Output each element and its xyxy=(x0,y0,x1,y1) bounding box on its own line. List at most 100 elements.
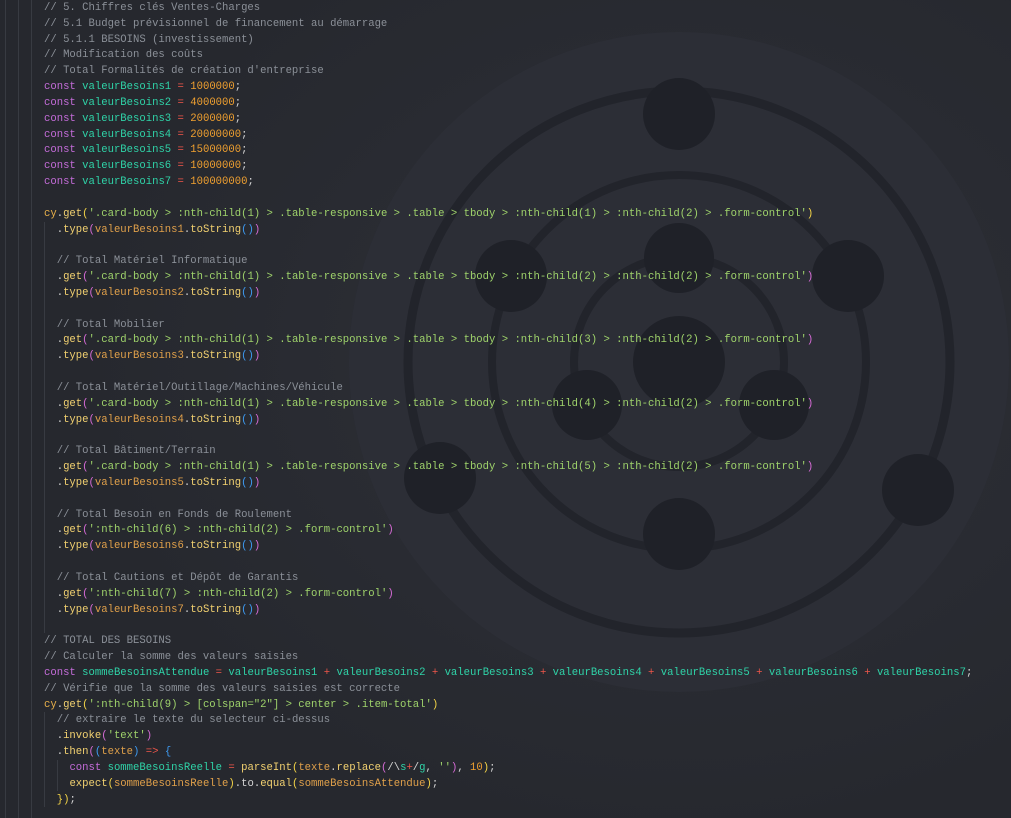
code-line[interactable]: const valeurBesoins2 = 4000000; xyxy=(44,95,241,111)
code-line[interactable]: // Total Besoin en Fonds de Roulement xyxy=(44,507,292,523)
code-line[interactable]: // Total Formalités de création d'entrep… xyxy=(44,63,324,79)
code-line[interactable]: .type(valeurBesoins7.toString()) xyxy=(44,602,260,618)
code-token: ; xyxy=(234,112,242,125)
code-line[interactable]: // Vérifie que la somme des valeurs sais… xyxy=(44,681,400,697)
code-token: to xyxy=(241,777,254,790)
code-token: ) xyxy=(387,524,394,537)
code-token: ':nth-child(9) > [colspan="2"] > center … xyxy=(88,698,432,711)
code-line[interactable]: // 5.1.1 BESOINS (investissement) xyxy=(44,32,254,48)
code-token: get xyxy=(63,271,83,284)
code-line[interactable]: // TOTAL DES BESOINS xyxy=(44,633,171,649)
code-token: // Total Matériel Informatique xyxy=(56,255,248,268)
code-token: type xyxy=(63,540,89,553)
code-token: = xyxy=(177,81,184,94)
code-token: + xyxy=(648,666,655,679)
code-line[interactable]: // Total Matériel Informatique xyxy=(44,253,248,269)
code-token: const xyxy=(44,144,76,157)
code-token: // Total Matériel/Outillage/Machines/Véh… xyxy=(56,381,343,394)
code-line[interactable]: // Calculer la somme des valeurs saisies xyxy=(44,649,298,665)
code-token: + xyxy=(756,666,763,679)
code-line[interactable]: const valeurBesoins1 = 1000000; xyxy=(44,79,241,95)
code-token: 10 xyxy=(470,761,483,774)
code-line[interactable]: cy.get('.card-body > :nth-child(1) > .ta… xyxy=(44,206,813,222)
code-line[interactable]: .get('.card-body > :nth-child(1) > .tabl… xyxy=(44,269,814,285)
code-token: { xyxy=(164,746,172,758)
code-line[interactable]: .type(valeurBesoins2.toString()) xyxy=(44,285,260,301)
code-line[interactable]: const sommeBesoinsAttendue = valeurBesoi… xyxy=(44,665,972,681)
code-line[interactable]: const valeurBesoins6 = 10000000; xyxy=(44,158,247,174)
code-token: valeurBesoins5 xyxy=(94,476,184,489)
code-token: // Total Bâtiment/Terrain xyxy=(56,445,216,458)
code-line[interactable]: .get('.card-body > :nth-child(1) > .tabl… xyxy=(44,332,814,348)
code-line[interactable]: // 5.1 Budget prévisionnel de financemen… xyxy=(44,16,387,32)
code-line[interactable]: const valeurBesoins4 = 20000000; xyxy=(44,127,247,143)
code-line[interactable]: // extraire le texte du selecteur ci-des… xyxy=(44,712,330,728)
code-line[interactable]: .type(valeurBesoins6.toString()) xyxy=(44,538,260,554)
code-token: ; xyxy=(234,81,242,94)
code-token: texte xyxy=(298,761,331,774)
code-token: '' xyxy=(438,761,451,774)
code-line[interactable]: .type(valeurBesoins1.toString()) xyxy=(44,222,260,238)
code-token: // extraire le texte du selecteur ci-des… xyxy=(56,714,331,727)
code-token: 20000000 xyxy=(190,128,242,141)
code-line[interactable]: const sommeBesoinsReelle = parseInt(text… xyxy=(44,760,495,776)
code-token: ) xyxy=(806,271,814,284)
code-token: // Modification des coûts xyxy=(44,49,203,62)
code-line[interactable]: .get(':nth-child(6) > :nth-child(2) > .f… xyxy=(44,522,394,538)
code-token: valeurBesoins1 xyxy=(82,81,172,94)
code-token: ; xyxy=(241,160,248,173)
code-line[interactable]: .invoke('text') xyxy=(44,728,152,744)
code-token: expect xyxy=(69,777,108,790)
code-token: replace xyxy=(336,761,381,774)
code-line[interactable]: .get('.card-body > :nth-child(1) > .tabl… xyxy=(44,396,814,412)
code-token: type xyxy=(63,223,89,236)
code-token: // Total Cautions et Dépôt de Garantis xyxy=(56,571,299,584)
code-line[interactable]: .type(valeurBesoins3.toString()) xyxy=(44,348,260,364)
code-line[interactable]: .get(':nth-child(7) > :nth-child(2) > .f… xyxy=(44,586,394,602)
code-token: toString xyxy=(190,286,242,299)
code-token: = xyxy=(177,144,184,157)
code-line[interactable]: }); xyxy=(44,792,76,808)
code-token: valeurBesoins7 xyxy=(876,666,966,679)
code-token: 2000000 xyxy=(190,112,235,125)
code-token: + xyxy=(323,666,331,679)
code-token: ':nth-child(6) > :nth-child(2) > .form-c… xyxy=(88,524,388,537)
code-token: '.card-body > :nth-child(1) > .table-res… xyxy=(88,334,807,347)
code-token: valeurBesoins5 xyxy=(660,666,750,679)
code-line[interactable]: expect(sommeBesoinsReelle).to.equal(somm… xyxy=(44,776,438,792)
code-editor[interactable]: // 5. Chiffres clés Ventes-Charges // 5.1… xyxy=(0,0,1011,818)
code-token: valeurBesoins2 xyxy=(336,666,426,679)
code-token: valeurBesoins7 xyxy=(82,176,172,189)
code-token: valeurBesoins4 xyxy=(552,666,642,679)
code-token: toString xyxy=(190,413,242,426)
code-token: 100000000 xyxy=(190,176,248,189)
code-line[interactable]: const valeurBesoins5 = 15000000; xyxy=(44,142,247,158)
code-line[interactable]: .type(valeurBesoins5.toString()) xyxy=(44,475,260,491)
code-token: // 5.1 Budget prévisionnel de financemen… xyxy=(44,17,388,30)
code-token: ; xyxy=(431,777,439,790)
code-line[interactable]: // Total Mobilier xyxy=(44,317,165,333)
code-token: then xyxy=(63,746,89,758)
code-line[interactable]: // Modification des coûts xyxy=(44,47,203,63)
code-line[interactable]: .then((texte) => { xyxy=(44,744,171,760)
code-token: valeurBesoins3 xyxy=(444,666,534,679)
code-line[interactable]: cy.get(':nth-child(9) > [colspan="2"] > … xyxy=(44,697,438,713)
code-token: equal xyxy=(260,777,292,790)
code-line[interactable]: .type(valeurBesoins4.toString()) xyxy=(44,412,260,428)
code-line[interactable]: const valeurBesoins3 = 2000000; xyxy=(44,111,241,127)
code-token: ; xyxy=(241,144,248,157)
code-token: toString xyxy=(190,603,242,616)
code-token: toString xyxy=(190,540,242,553)
code-token: = xyxy=(177,96,184,109)
code-token: sommeBesoinsAttendue xyxy=(298,777,426,790)
code-line[interactable]: const valeurBesoins7 = 100000000; xyxy=(44,174,254,190)
code-line[interactable]: // Total Bâtiment/Terrain xyxy=(44,443,216,459)
code-line[interactable]: // Total Cautions et Dépôt de Garantis xyxy=(44,570,299,586)
code-token: ) xyxy=(431,698,439,711)
code-line[interactable]: // 5. Chiffres clés Ventes-Charges xyxy=(44,0,260,16)
code-token: valeurBesoins2 xyxy=(94,286,184,299)
code-line[interactable]: .get('.card-body > :nth-child(1) > .tabl… xyxy=(44,459,814,475)
code-token: sommeBesoinsReelle xyxy=(113,777,229,790)
code-token: const xyxy=(44,112,76,125)
code-line[interactable]: // Total Matériel/Outillage/Machines/Véh… xyxy=(44,380,343,396)
